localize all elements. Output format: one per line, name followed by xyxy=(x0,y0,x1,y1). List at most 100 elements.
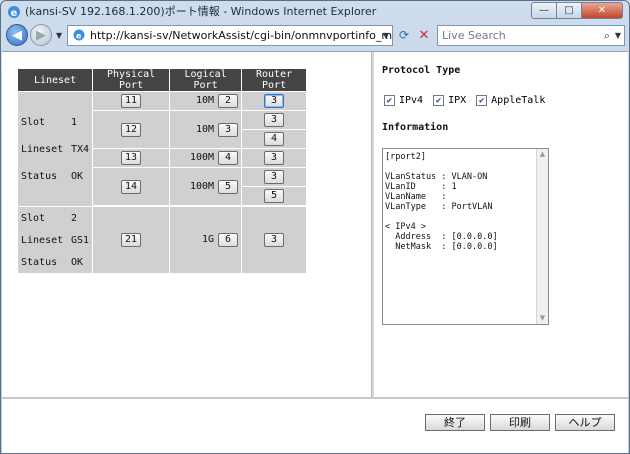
end-button[interactable]: 終了 xyxy=(425,414,485,431)
footer-buttons: 終了 印刷 ヘルプ xyxy=(420,414,615,431)
lineset-value: GS1 xyxy=(71,234,90,246)
checkbox-appletalk-box[interactable]: ✔ xyxy=(476,95,488,106)
logical-port-button[interactable]: 3 xyxy=(218,122,239,137)
header-logical-port: Logical Port xyxy=(170,69,242,91)
stop-icon: ✕ xyxy=(418,28,430,43)
lineset-info-slot-1: Slot 1 Lineset TX4 Status OK xyxy=(18,92,93,206)
slot-label: Slot xyxy=(21,212,46,224)
refresh-icon: ⟳ xyxy=(398,28,410,42)
router-port-button[interactable]: 3 xyxy=(264,151,285,165)
logical-port-button[interactable]: 5 xyxy=(218,179,239,194)
slot-value: 2 xyxy=(71,212,78,224)
router-port-button[interactable]: 3 xyxy=(264,113,285,127)
information-scrollbar[interactable]: ▲ ▼ xyxy=(536,149,548,324)
print-button[interactable]: 印刷 xyxy=(490,414,550,431)
title-bar: e (kansi-SV 192.168.1.200)ポート情報 - Window… xyxy=(1,1,629,23)
header-router-port: Router Port xyxy=(242,69,307,91)
search-dropdown-icon[interactable]: ▼ xyxy=(615,26,621,45)
logical-port-button[interactable]: 2 xyxy=(218,94,239,108)
logical-port-cell: 10M 3 xyxy=(170,111,242,148)
checkbox-appletalk[interactable]: ✔ AppleTalk xyxy=(476,95,545,106)
physical-port-button[interactable]: 14 xyxy=(121,179,142,194)
logical-port-cell: 100M 5 xyxy=(170,168,242,205)
scroll-up-icon[interactable]: ▲ xyxy=(537,149,548,160)
router-port-button[interactable]: 5 xyxy=(264,189,285,203)
refresh-button[interactable]: ⟳ xyxy=(394,25,414,46)
router-port-button[interactable]: 3 xyxy=(264,170,285,184)
lineset-label: Lineset xyxy=(21,234,64,246)
router-port-cell: 3 xyxy=(242,168,307,186)
navigation-bar: ◀ ▶ ▼ e http://kansi-sv/NetworkAssist/cgi… xyxy=(1,23,629,49)
information-textarea[interactable]: [rport2] VLanStatus : VLAN-ON VLanID : 1… xyxy=(382,148,549,325)
footer-divider xyxy=(2,397,628,399)
router-port-cell: 3 xyxy=(242,207,307,273)
window-title: (kansi-SV 192.168.1.200)ポート情報 - Windows … xyxy=(25,5,377,18)
address-bar[interactable]: e http://kansi-sv/NetworkAssist/cgi-bin/o… xyxy=(67,25,393,46)
lineset-value: TX4 xyxy=(71,143,90,155)
maximize-button[interactable]: □ xyxy=(556,2,582,19)
status-label: Status xyxy=(21,170,58,182)
information-title: Information xyxy=(382,122,449,133)
back-arrow-icon: ◀ xyxy=(12,27,22,43)
logical-port-button[interactable]: 4 xyxy=(218,151,239,165)
logical-port-cell: 10M 2 xyxy=(170,92,242,110)
router-port-cell: 5 xyxy=(242,187,307,205)
physical-port-button[interactable]: 21 xyxy=(121,233,142,247)
logical-port-cell: 1G 6 xyxy=(170,207,242,273)
header-physical-port: Physical Port xyxy=(93,69,170,91)
checkbox-ipx-box[interactable]: ✔ xyxy=(433,95,445,106)
svg-text:e: e xyxy=(76,32,82,41)
lineset-label: Lineset xyxy=(21,143,64,155)
checkbox-ipv4-label: IPv4 xyxy=(399,95,424,106)
forward-arrow-icon: ▶ xyxy=(36,27,46,43)
back-button[interactable]: ◀ xyxy=(6,24,28,46)
minimize-button[interactable]: — xyxy=(531,2,557,19)
protocol-checkboxes: ✔ IPv4 ✔ IPX ✔ AppleTalk xyxy=(384,95,555,106)
slot-value: 1 xyxy=(71,116,78,128)
search-box[interactable]: Live Search ⌕ ▼ xyxy=(437,25,625,46)
slot-label: Slot xyxy=(21,116,46,128)
status-value: OK xyxy=(71,170,84,182)
information-text: [rport2] VLanStatus : VLAN-ON VLanID : 1… xyxy=(385,152,498,252)
forward-button[interactable]: ▶ xyxy=(30,24,52,46)
checkbox-ipx[interactable]: ✔ IPX xyxy=(433,95,466,106)
close-button[interactable]: ✕ xyxy=(581,2,623,19)
router-port-button[interactable]: 4 xyxy=(264,132,285,146)
help-button[interactable]: ヘルプ xyxy=(555,414,615,431)
port-speed: 100M xyxy=(189,152,215,163)
scroll-down-icon[interactable]: ▼ xyxy=(537,313,548,324)
page-icon: e xyxy=(73,29,85,41)
browser-window: e (kansi-SV 192.168.1.200)ポート情報 - Window… xyxy=(0,0,630,454)
window-controls: — □ ✕ xyxy=(531,2,623,20)
frame-divider[interactable] xyxy=(371,52,374,397)
port-speed: 100M xyxy=(189,180,215,192)
checkbox-ipv4[interactable]: ✔ IPv4 xyxy=(384,95,423,106)
logical-port-button[interactable]: 6 xyxy=(218,233,239,247)
lineset-info-slot-2: Slot 2 Lineset GS1 Status OK xyxy=(18,207,93,273)
svg-text:e: e xyxy=(11,8,18,19)
physical-port-button[interactable]: 13 xyxy=(121,151,142,165)
router-port-button[interactable]: 3 xyxy=(264,94,285,108)
router-port-cell: 3 xyxy=(242,92,307,110)
header-lineset: Lineset xyxy=(18,69,93,91)
router-port-cell: 3 xyxy=(242,149,307,167)
physical-port-button[interactable]: 11 xyxy=(121,94,142,108)
address-text: http://kansi-sv/NetworkAssist/cgi-bin/on… xyxy=(90,29,393,42)
port-speed: 10M xyxy=(196,123,215,135)
ie-logo-icon: e xyxy=(8,6,20,19)
stop-button[interactable]: ✕ xyxy=(414,25,434,46)
protocol-type-title: Protocol Type xyxy=(382,65,461,76)
router-port-button[interactable]: 3 xyxy=(264,233,285,247)
search-icon[interactable]: ⌕ xyxy=(604,26,610,45)
address-dropdown-icon[interactable]: ▼ xyxy=(383,26,389,45)
physical-port-button[interactable]: 12 xyxy=(121,122,142,137)
port-speed: 10M xyxy=(196,95,215,106)
search-placeholder: Live Search xyxy=(442,29,506,42)
page-content: Lineset Physical Port Logical Port Route… xyxy=(2,51,628,453)
status-value: OK xyxy=(71,256,84,268)
history-dropdown-icon[interactable]: ▼ xyxy=(56,31,62,40)
checkbox-appletalk-label: AppleTalk xyxy=(491,95,546,106)
physical-port-cell: 21 xyxy=(93,207,170,273)
checkbox-ipv4-box[interactable]: ✔ xyxy=(384,95,395,106)
port-speed: 1G xyxy=(202,234,215,245)
